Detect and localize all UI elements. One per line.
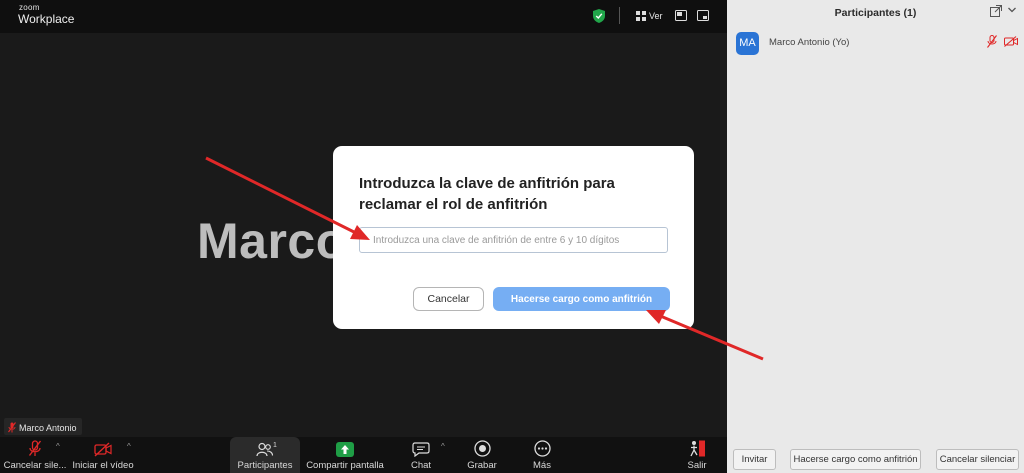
muted-mic-icon (8, 422, 16, 433)
video-off-icon (94, 442, 112, 457)
name-chip-label: Marco Antonio (19, 422, 77, 433)
logo-small: zoom (19, 3, 40, 12)
participants-button[interactable]: Participantes (230, 437, 300, 473)
panel-claim-host-button[interactable]: Hacerse cargo como anfitrión (790, 449, 921, 470)
leave-icon (690, 440, 705, 457)
chevron-up-icon[interactable]: ^ (56, 442, 60, 451)
chevron-up-icon[interactable]: ^ (441, 442, 445, 451)
chevron-down-icon[interactable] (1007, 4, 1017, 16)
start-video-button[interactable]: Iniciar el vídeo (72, 437, 134, 473)
grid-view-icon[interactable] (636, 11, 646, 21)
shield-icon[interactable] (593, 9, 605, 23)
participant-name-chip: Marco Antonio (4, 418, 82, 435)
top-separator (619, 7, 620, 24)
muted-mic-icon (28, 440, 42, 456)
minimize-window-icon[interactable] (697, 10, 709, 21)
more-button[interactable]: Más (526, 437, 558, 473)
share-screen-icon (336, 442, 354, 457)
toolbar-label: Grabar (467, 460, 497, 471)
toolbar-label: Cancelar sile... (3, 460, 67, 471)
chat-button[interactable]: Chat (404, 437, 438, 473)
participant-display-name: Marco (197, 213, 347, 269)
claim-host-button[interactable]: Hacerse cargo como anfitrión (493, 287, 670, 311)
top-bar: zoom Workplace Ver (0, 0, 727, 33)
share-screen-button[interactable]: Compartir pantalla (303, 437, 387, 473)
toolbar-label: Iniciar el vídeo (72, 460, 134, 471)
record-icon (473, 440, 491, 457)
logo-workplace: Workplace (18, 12, 75, 26)
toolbar-label: Más (533, 460, 551, 471)
unmute-all-button[interactable]: Cancelar silenciar (936, 449, 1019, 470)
panel-title: Participantes (1) (834, 7, 917, 19)
host-key-input[interactable] (359, 227, 668, 253)
muted-mic-icon[interactable] (987, 35, 997, 48)
video-off-icon[interactable] (1004, 36, 1018, 47)
picture-in-picture-icon[interactable] (675, 10, 687, 21)
toolbar-label: Chat (410, 460, 432, 471)
toolbar-label: Participantes (237, 460, 293, 471)
view-button[interactable]: Ver (649, 11, 663, 21)
toolbar-label: Salir (687, 460, 707, 471)
toolbar-label: Compartir pantalla (306, 460, 384, 471)
participants-icon (256, 442, 274, 457)
participants-panel: Participantes (1) MA Marco Antonio (Yo) … (727, 0, 1024, 473)
meeting-toolbar: Cancelar sile... ^ Iniciar el vídeo ^ Pa… (0, 437, 727, 473)
participant-count-badge: 1 (273, 442, 277, 449)
invite-button[interactable]: Invitar (733, 449, 776, 470)
chat-icon (412, 442, 430, 457)
more-icon (533, 440, 551, 457)
cancel-button[interactable]: Cancelar (413, 287, 484, 311)
popout-icon[interactable] (990, 5, 1002, 17)
participant-name: Marco Antonio (Yo) (769, 37, 850, 48)
dialog-title: Introduzca la clave de anfitrión para re… (359, 175, 615, 213)
claim-host-dialog: Introduzca la clave de anfitrión para re… (333, 146, 694, 329)
record-button[interactable]: Grabar (464, 437, 500, 473)
avatar: MA (736, 32, 759, 55)
chevron-up-icon[interactable]: ^ (127, 442, 131, 451)
leave-button[interactable]: Salir (682, 437, 712, 473)
